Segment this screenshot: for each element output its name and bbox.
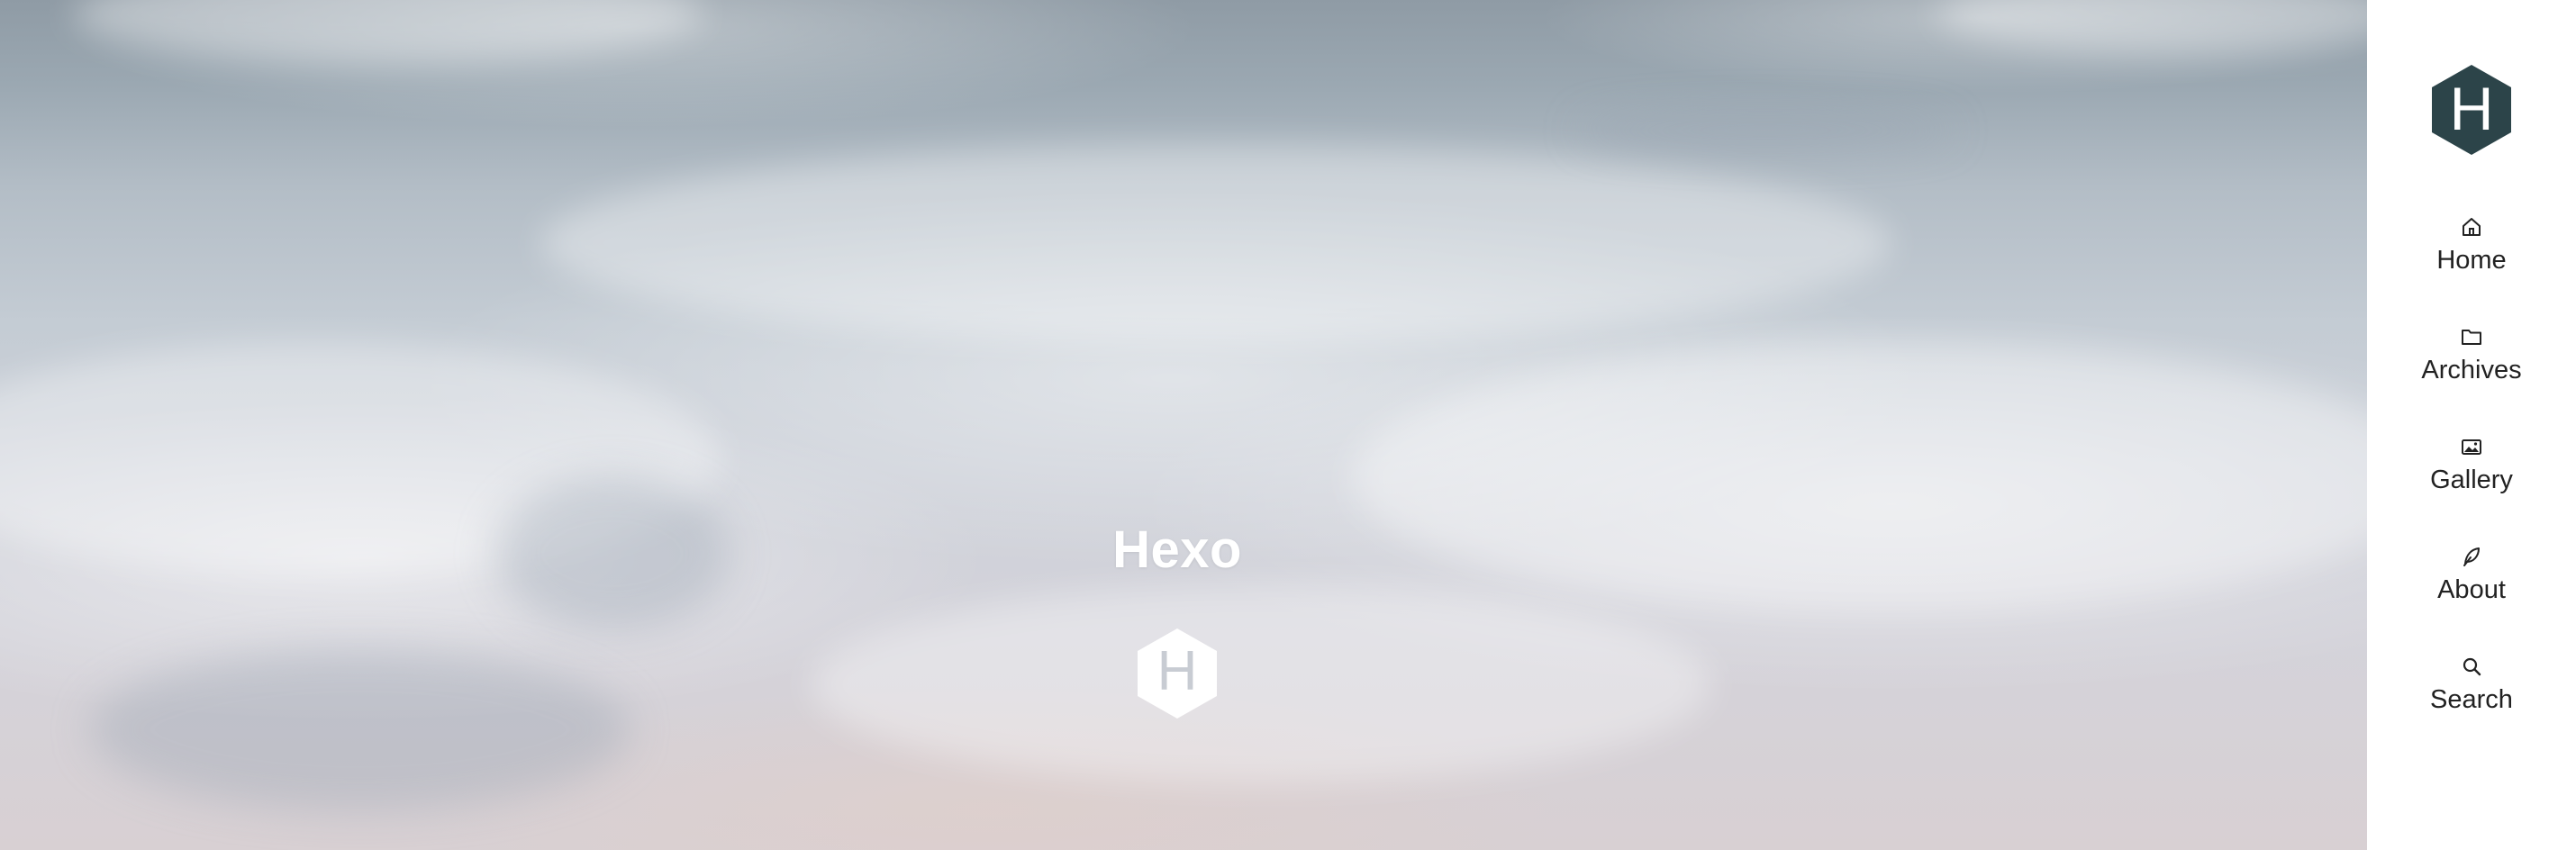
hero-banner: Hexo H: [0, 0, 2367, 850]
page: Hexo H H Home Archives Gallery About Sea…: [0, 0, 2576, 850]
shade-shape: [1576, 113, 1955, 149]
nav-item-home[interactable]: Home: [2367, 214, 2576, 304]
home-icon: [2463, 218, 2481, 236]
nav-item-label: Gallery: [2430, 466, 2513, 494]
search-icon: [2463, 657, 2481, 676]
foam-shape: [1351, 342, 2367, 612]
nav-item-label: Home: [2436, 246, 2507, 275]
nav-item-gallery[interactable]: Gallery: [2367, 434, 2576, 524]
nav-item-label: Archives: [2421, 356, 2522, 384]
hero-logo-letter: H: [1157, 640, 1198, 702]
nav-item-label: About: [2437, 575, 2506, 604]
nav-item-search[interactable]: Search: [2367, 654, 2576, 744]
nav-item-archives[interactable]: Archives: [2367, 324, 2576, 414]
foam-shape: [1937, 0, 2367, 54]
foam-shape: [811, 585, 1711, 783]
folder-icon: [2462, 330, 2481, 345]
shade-shape: [495, 477, 730, 630]
sidebar-nav: H Home Archives Gallery About Search: [2367, 0, 2576, 850]
sidebar-hexo-logo-icon[interactable]: H: [2430, 63, 2513, 157]
foam-shape: [540, 144, 1891, 342]
image-icon: [2462, 439, 2481, 455]
shade-shape: [90, 648, 630, 810]
leaf-icon: [2463, 547, 2480, 566]
hexo-logo-icon: H: [1138, 628, 1217, 719]
site-title: Hexo: [1112, 520, 1242, 579]
nav-item-about[interactable]: About: [2367, 544, 2576, 634]
nav-item-label: Search: [2430, 685, 2513, 714]
sidebar-logo-letter: H: [2449, 75, 2493, 143]
foam-shape: [72, 0, 703, 63]
